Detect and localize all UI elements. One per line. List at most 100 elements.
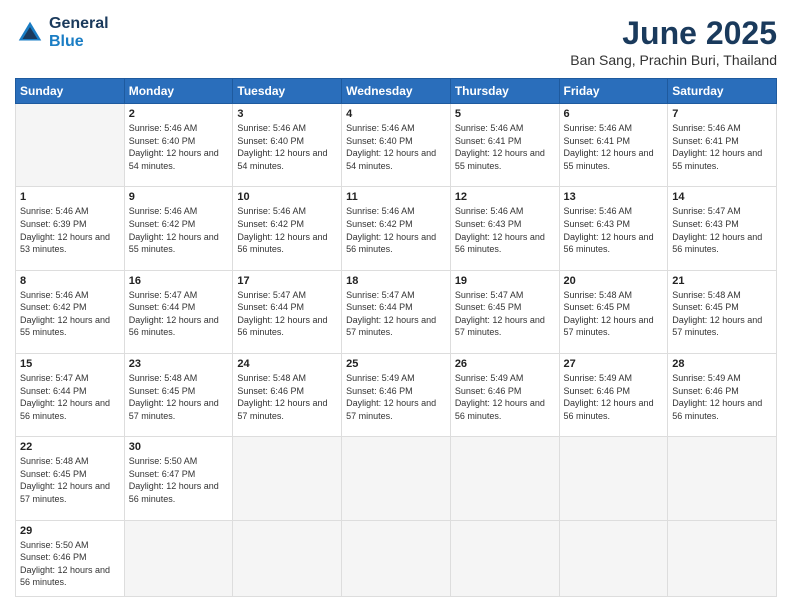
table-row: 23Sunrise: 5:48 AM Sunset: 6:45 PM Dayli… [124,353,233,436]
day-number: 23 [129,358,229,370]
table-row: 2 Sunrise: 5:46 AM Sunset: 6:40 PM Daylig… [124,104,233,187]
calendar-week-row: 8 Sunrise: 5:46 AM Sunset: 6:42 PM Daylig… [16,270,777,353]
day-number: 16 [129,275,229,287]
table-row [450,437,559,520]
day-number: 14 [672,191,772,203]
page: General Blue June 2025 Ban Sang, Prachin… [0,0,792,612]
day-number: 6 [564,108,664,120]
day-info: Sunrise: 5:49 AM Sunset: 6:46 PM Dayligh… [346,372,446,422]
table-row: 24 Sunrise: 5:48 AM Sunset: 6:46 PM Dayli… [233,353,342,436]
table-row: 28Sunrise: 5:49 AM Sunset: 6:46 PM Dayli… [668,353,777,436]
table-row [233,520,342,596]
day-info: Sunrise: 5:46 AM Sunset: 6:41 PM Dayligh… [672,122,772,172]
table-row [124,520,233,596]
table-row: 20 Sunrise: 5:48 AM Sunset: 6:45 PM Dayli… [559,270,668,353]
day-number: 30 [129,441,229,453]
day-number: 7 [672,108,772,120]
day-info: Sunrise: 5:47 AM Sunset: 6:44 PM Dayligh… [129,289,229,339]
day-info: Sunrise: 5:46 AM Sunset: 6:42 PM Dayligh… [20,289,120,339]
table-row [559,520,668,596]
col-wednesday: Wednesday [342,79,451,104]
day-info: Sunrise: 5:49 AM Sunset: 6:46 PM Dayligh… [455,372,555,422]
day-number: 20 [564,275,664,287]
calendar-week-row: 2 Sunrise: 5:46 AM Sunset: 6:40 PM Daylig… [16,104,777,187]
table-row: 25 Sunrise: 5:49 AM Sunset: 6:46 PM Dayli… [342,353,451,436]
day-info: Sunrise: 5:47 AM Sunset: 6:43 PM Dayligh… [672,205,772,255]
location-title: Ban Sang, Prachin Buri, Thailand [570,52,777,68]
day-number: 26 [455,358,555,370]
day-number: 1 [20,191,120,203]
table-row: 4Sunrise: 5:46 AM Sunset: 6:40 PM Daylig… [342,104,451,187]
col-friday: Friday [559,79,668,104]
table-row [16,104,125,187]
logo-icon [15,18,45,48]
day-info: Sunrise: 5:50 AM Sunset: 6:46 PM Dayligh… [20,539,120,589]
table-row: 11Sunrise: 5:46 AM Sunset: 6:42 PM Dayli… [342,187,451,270]
day-info: Sunrise: 5:46 AM Sunset: 6:42 PM Dayligh… [129,205,229,255]
table-row [342,520,451,596]
table-row: 15Sunrise: 5:47 AM Sunset: 6:44 PM Dayli… [16,353,125,436]
day-number: 22 [20,441,120,453]
day-info: Sunrise: 5:46 AM Sunset: 6:40 PM Dayligh… [129,122,229,172]
day-number: 13 [564,191,664,203]
table-row: 22 Sunrise: 5:48 AM Sunset: 6:45 PM Dayli… [16,437,125,520]
day-info: Sunrise: 5:47 AM Sunset: 6:45 PM Dayligh… [455,289,555,339]
day-info: Sunrise: 5:46 AM Sunset: 6:43 PM Dayligh… [564,205,664,255]
day-number: 2 [129,108,229,120]
day-info: Sunrise: 5:48 AM Sunset: 6:45 PM Dayligh… [20,455,120,505]
header: General Blue June 2025 Ban Sang, Prachin… [15,15,777,68]
logo-text: General Blue [49,15,109,51]
table-row [668,437,777,520]
table-row [450,520,559,596]
col-tuesday: Tuesday [233,79,342,104]
day-info: Sunrise: 5:48 AM Sunset: 6:45 PM Dayligh… [672,289,772,339]
day-number: 8 [20,275,120,287]
table-row: 29 Sunrise: 5:50 AM Sunset: 6:46 PM Dayli… [16,520,125,596]
day-number: 10 [237,191,337,203]
day-info: Sunrise: 5:47 AM Sunset: 6:44 PM Dayligh… [237,289,337,339]
day-number: 24 [237,358,337,370]
day-number: 18 [346,275,446,287]
table-row: 12Sunrise: 5:46 AM Sunset: 6:43 PM Dayli… [450,187,559,270]
table-row: 5Sunrise: 5:46 AM Sunset: 6:41 PM Daylig… [450,104,559,187]
calendar-table: Sunday Monday Tuesday Wednesday Thursday… [15,78,777,597]
table-row: 27 Sunrise: 5:49 AM Sunset: 6:46 PM Dayli… [559,353,668,436]
table-row [233,437,342,520]
day-number: 25 [346,358,446,370]
day-info: Sunrise: 5:47 AM Sunset: 6:44 PM Dayligh… [346,289,446,339]
table-row: 14 Sunrise: 5:47 AM Sunset: 6:43 PM Dayli… [668,187,777,270]
table-row [668,520,777,596]
day-info: Sunrise: 5:49 AM Sunset: 6:46 PM Dayligh… [564,372,664,422]
day-number: 5 [455,108,555,120]
day-number: 29 [20,525,120,537]
day-number: 28 [672,358,772,370]
logo: General Blue [15,15,109,51]
day-info: Sunrise: 5:48 AM Sunset: 6:46 PM Dayligh… [237,372,337,422]
day-number: 9 [129,191,229,203]
day-info: Sunrise: 5:48 AM Sunset: 6:45 PM Dayligh… [564,289,664,339]
day-number: 27 [564,358,664,370]
day-number: 4 [346,108,446,120]
table-row: 18 Sunrise: 5:47 AM Sunset: 6:44 PM Dayli… [342,270,451,353]
month-title: June 2025 [570,15,777,52]
calendar-week-row: 29 Sunrise: 5:50 AM Sunset: 6:46 PM Dayli… [16,520,777,596]
calendar-header-row: Sunday Monday Tuesday Wednesday Thursday… [16,79,777,104]
day-info: Sunrise: 5:46 AM Sunset: 6:41 PM Dayligh… [564,122,664,172]
table-row: 26 Sunrise: 5:49 AM Sunset: 6:46 PM Dayli… [450,353,559,436]
table-row [559,437,668,520]
table-row: 6 Sunrise: 5:46 AM Sunset: 6:41 PM Daylig… [559,104,668,187]
table-row: 3Sunrise: 5:46 AM Sunset: 6:40 PM Daylig… [233,104,342,187]
table-row: 10Sunrise: 5:46 AM Sunset: 6:42 PM Dayli… [233,187,342,270]
table-row [342,437,451,520]
day-number: 19 [455,275,555,287]
table-row: 30Sunrise: 5:50 AM Sunset: 6:47 PM Dayli… [124,437,233,520]
title-block: June 2025 Ban Sang, Prachin Buri, Thaila… [570,15,777,68]
table-row: 16 Sunrise: 5:47 AM Sunset: 6:44 PM Dayli… [124,270,233,353]
table-row: 17Sunrise: 5:47 AM Sunset: 6:44 PM Dayli… [233,270,342,353]
day-number: 11 [346,191,446,203]
table-row: 7 Sunrise: 5:46 AM Sunset: 6:41 PM Daylig… [668,104,777,187]
table-row: 8 Sunrise: 5:46 AM Sunset: 6:42 PM Daylig… [16,270,125,353]
calendar-week-row: 1Sunrise: 5:46 AM Sunset: 6:39 PM Daylig… [16,187,777,270]
col-thursday: Thursday [450,79,559,104]
day-number: 3 [237,108,337,120]
